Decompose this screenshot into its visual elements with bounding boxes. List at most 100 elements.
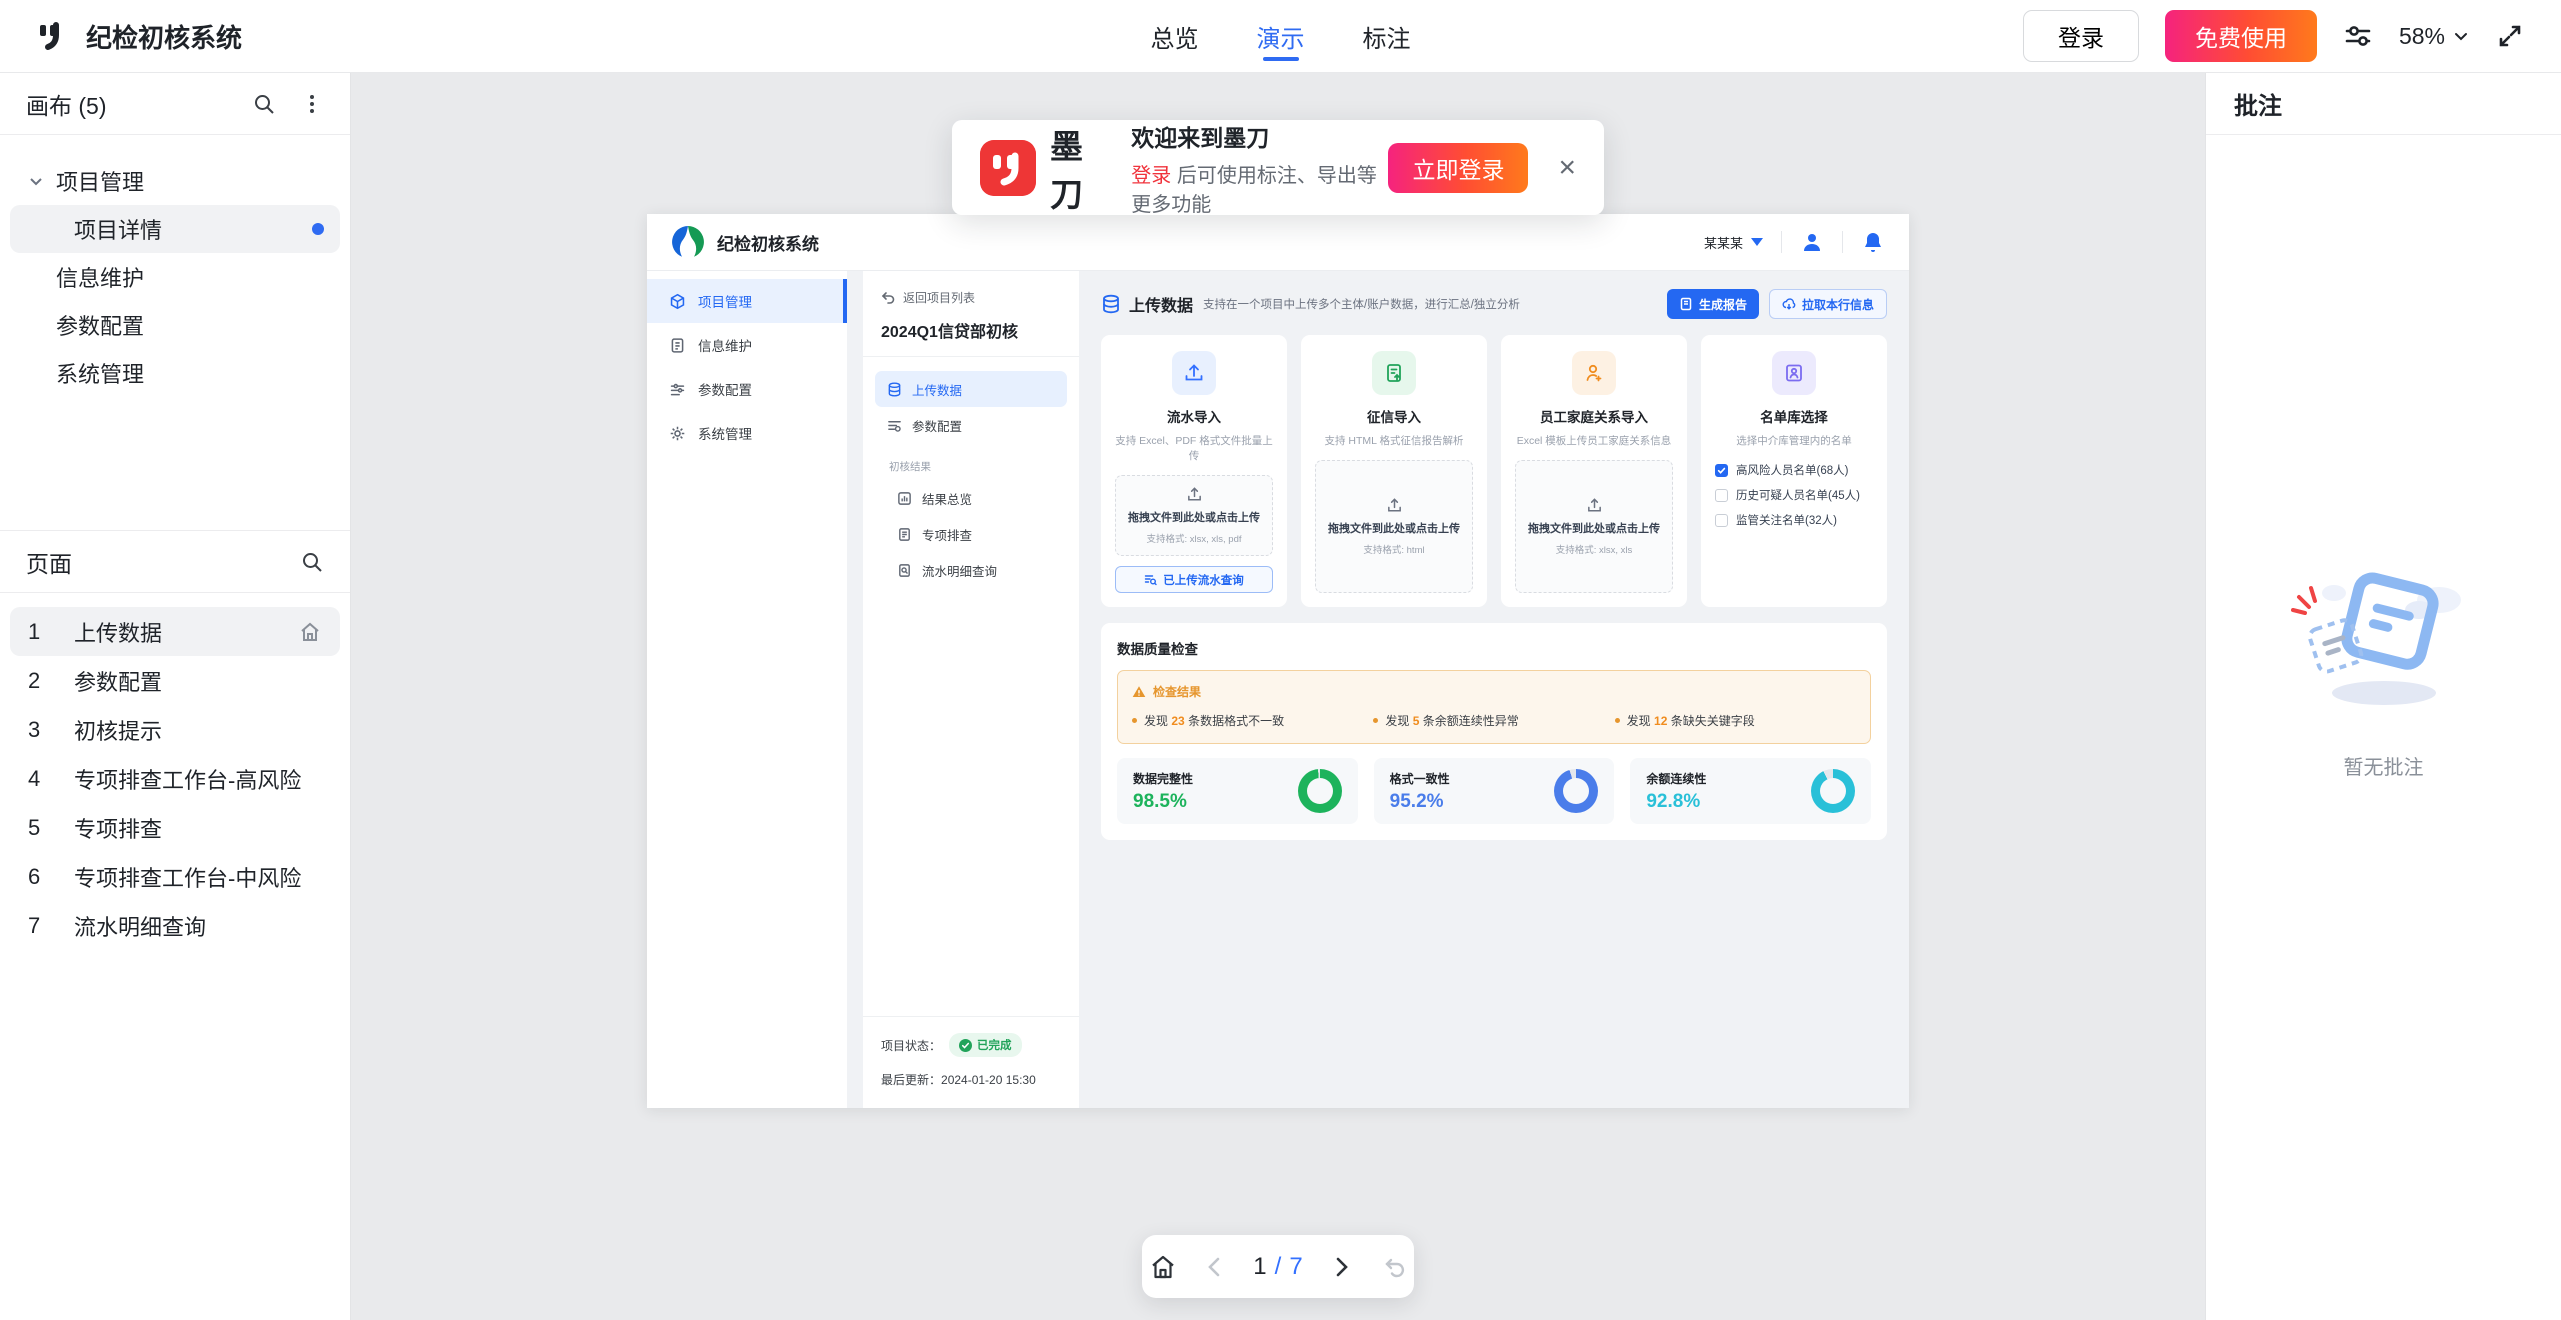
prototype-side-nav: 项目管理 信息维护 参数配置 系统管理 <box>647 271 847 1108</box>
menu-item-label: 结果总览 <box>922 489 972 508</box>
tree-item-parameter-config[interactable]: 参数配置 <box>10 301 340 349</box>
page-number: 3 <box>28 717 74 743</box>
annotation-empty-state: 暂无批注 <box>2206 15 2561 1320</box>
chevron-down-icon[interactable] <box>26 171 46 191</box>
empty-annotation-illustration <box>2279 555 2489 725</box>
user-avatar-icon[interactable] <box>1800 230 1824 254</box>
menu-item-upload-data[interactable]: 上传数据 <box>875 371 1067 407</box>
nav-item-project-management[interactable]: 项目管理 <box>647 279 847 323</box>
generate-report-button[interactable]: 生成报告 <box>1667 289 1759 319</box>
zoom-level-dropdown[interactable]: 58% <box>2399 23 2469 50</box>
page-item-special-check[interactable]: 5 专项排查 <box>10 803 340 852</box>
tree-item-info-maintenance[interactable]: 信息维护 <box>10 253 340 301</box>
fetch-bank-info-button[interactable]: 拉取本行信息 <box>1769 289 1887 319</box>
close-icon[interactable]: × <box>1558 153 1576 183</box>
checkbox-icon <box>1715 464 1728 477</box>
dropzone-formats: 支持格式: html <box>1363 542 1424 556</box>
page-item-transaction-detail[interactable]: 7 流水明细查询 <box>10 901 340 950</box>
checkbox-icon <box>1715 514 1728 527</box>
project-title: 2024Q1信贷部初核 <box>881 318 1061 342</box>
clipboard-icon <box>897 527 912 542</box>
page-item-initial-review-hint[interactable]: 3 初核提示 <box>10 705 340 754</box>
upload-cards: 流水导入 支持 Excel、PDF 格式文件批量上传 拖拽文件到此处或点击上传 … <box>1101 335 1887 607</box>
checkbox-high-risk-list[interactable]: 高风险人员名单(68人) <box>1715 462 1873 478</box>
tree-item-project-detail[interactable]: 项目详情 <box>10 205 340 253</box>
warning-triangle-icon <box>1132 685 1146 699</box>
findings-row: 发现 23 条数据格式不一致 发现 5 条余额连续性异常 发现 12 条缺失关键… <box>1132 712 1856 729</box>
canvas-tree: 项目管理 项目详情 信息维护 参数配置 系统管理 <box>0 135 350 530</box>
menu-item-parameter-config[interactable]: 参数配置 <box>875 407 1067 443</box>
dropzone-credit[interactable]: 拖拽文件到此处或点击上传 支持格式: html <box>1315 460 1473 593</box>
login-now-button[interactable]: 立即登录 <box>1388 143 1528 193</box>
quality-metrics: 数据完整性 98.5% 格式一致性 95.2% <box>1117 758 1871 824</box>
page-item-special-check-high[interactable]: 4 专项排查工作台-高风险 <box>10 754 340 803</box>
page-number: 2 <box>28 668 74 694</box>
prototype-header: 纪检初核系统 某某某 <box>647 214 1909 271</box>
back-to-project-list[interactable]: 返回项目列表 <box>881 289 1061 306</box>
tree-item-label: 参数配置 <box>56 309 144 341</box>
page-number: 6 <box>28 864 74 890</box>
dropzone-transaction[interactable]: 拖拽文件到此处或点击上传 支持格式: xlsx, xls, pdf <box>1115 475 1273 556</box>
nav-item-label: 参数配置 <box>698 379 752 399</box>
banner-login-link[interactable]: 登录 <box>1131 165 1171 187</box>
card-desc: 选择中介库管理内的名单 <box>1736 433 1852 448</box>
search-icon[interactable] <box>252 92 276 116</box>
login-button[interactable]: 登录 <box>2023 10 2139 62</box>
canvas-section-title: 画布 (5) <box>26 87 107 121</box>
person-add-icon <box>1572 351 1616 395</box>
tree-item-system-management[interactable]: 系统管理 <box>10 349 340 397</box>
chevron-down-icon <box>2453 28 2469 44</box>
more-kebab-icon[interactable] <box>300 92 324 116</box>
upload-tray-icon <box>1586 497 1603 514</box>
page-number: 7 <box>28 913 74 939</box>
metric-label: 格式一致性 <box>1390 770 1450 787</box>
menu-item-transaction-query[interactable]: 流水明细查询 <box>885 552 1067 588</box>
finding-item: 发现 5 条余额连续性异常 <box>1373 712 1614 729</box>
dropzone-formats: 支持格式: xlsx, xls, pdf <box>1146 531 1241 545</box>
nav-item-system-management[interactable]: 系统管理 <box>647 411 847 455</box>
nav-item-parameter-config[interactable]: 参数配置 <box>647 367 847 411</box>
user-dropdown[interactable]: 某某某 <box>1704 233 1763 252</box>
bell-icon[interactable] <box>1861 230 1885 254</box>
page-item-special-check-mid[interactable]: 6 专项排查工作台-中风险 <box>10 852 340 901</box>
generate-report-label: 生成报告 <box>1699 296 1747 313</box>
divider <box>1781 231 1782 253</box>
page-counter: 1 / 7 <box>1253 1253 1302 1281</box>
document-search-icon <box>897 563 912 578</box>
search-icon[interactable] <box>300 550 324 574</box>
checkbox-history-suspect-list[interactable]: 历史可疑人员名单(45人) <box>1715 487 1873 503</box>
fullscreen-icon[interactable] <box>2495 21 2525 51</box>
left-sidebar: 画布 (5) 项目管理 项目详情 信息维护 参 <box>0 73 351 1320</box>
nav-item-info-maintenance[interactable]: 信息维护 <box>647 323 847 367</box>
current-frame-dot <box>312 223 324 235</box>
prev-page-icon[interactable] <box>1201 1253 1229 1281</box>
restart-icon[interactable] <box>1379 1253 1407 1281</box>
tab-annotation[interactable]: 标注 <box>1363 0 1411 73</box>
finding-item: 发现 23 条数据格式不一致 <box>1132 712 1373 729</box>
upload-icon <box>1172 351 1216 395</box>
tree-item-label: 信息维护 <box>56 261 144 293</box>
home-icon[interactable] <box>1149 1253 1177 1281</box>
bar-chart-icon <box>897 491 912 506</box>
page-label: 专项排查工作台-中风险 <box>74 861 301 893</box>
menu-item-result-overview[interactable]: 结果总览 <box>885 480 1067 516</box>
uploaded-transaction-query-button[interactable]: 已上传流水查询 <box>1115 566 1273 593</box>
preferences-sliders-icon[interactable] <box>2343 21 2373 51</box>
tab-presentation[interactable]: 演示 <box>1257 0 1305 73</box>
dropzone-family[interactable]: 拖拽文件到此处或点击上传 支持格式: xlsx, xls <box>1515 460 1673 593</box>
next-page-icon[interactable] <box>1327 1253 1355 1281</box>
tree-item-project-management[interactable]: 项目管理 <box>10 157 340 205</box>
finding-item: 发现 12 条缺失关键字段 <box>1615 712 1856 729</box>
card-title: 征信导入 <box>1367 406 1421 426</box>
checkbox-regulator-watch-list[interactable]: 监管关注名单(32人) <box>1715 512 1873 528</box>
gear-icon <box>669 425 686 442</box>
top-bar: 纪检初核系统 总览 演示 标注 登录 免费使用 58% <box>0 0 2561 73</box>
cloud-download-icon <box>1782 297 1796 311</box>
page-item-parameter-config[interactable]: 2 参数配置 <box>10 656 340 705</box>
page-item-upload-data[interactable]: 1 上传数据 <box>10 607 340 656</box>
metric-value: 92.8% <box>1646 791 1706 813</box>
tab-overview[interactable]: 总览 <box>1151 0 1199 73</box>
menu-item-special-check[interactable]: 专项排查 <box>885 516 1067 552</box>
menu-item-label: 专项排查 <box>922 525 972 544</box>
free-use-button[interactable]: 免费使用 <box>2165 10 2317 62</box>
